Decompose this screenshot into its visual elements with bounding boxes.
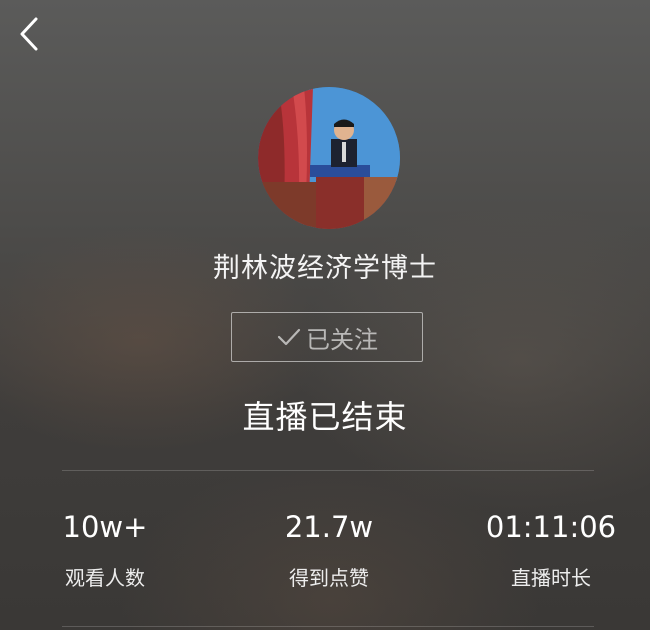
chevron-left-icon: [12, 14, 48, 54]
divider: [62, 626, 594, 627]
nickname: 荆林波经济学博士: [213, 253, 437, 284]
live-ended-screen: 荆林波经济学博士 已关注 直播已结束 10w+ 观看人数 21.7w 得到点赞 …: [0, 0, 650, 630]
back-button[interactable]: [12, 14, 48, 54]
stat-likes: 21.7w 得到点赞: [229, 508, 429, 592]
stat-value: 10w+: [62, 510, 148, 544]
follow-button[interactable]: 已关注: [231, 312, 423, 362]
divider: [62, 470, 594, 471]
stat-label: 直播时长: [511, 566, 591, 590]
stat-label: 观看人数: [65, 566, 145, 590]
stat-viewers: 10w+ 观看人数: [5, 508, 205, 592]
check-icon: [276, 326, 302, 348]
stat-value: 01:11:06: [485, 510, 617, 544]
live-ended-title: 直播已结束: [242, 398, 408, 436]
stat-value: 21.7w: [284, 510, 374, 544]
stat-duration: 01:11:06 直播时长: [451, 508, 650, 592]
stat-label: 得到点赞: [289, 566, 369, 590]
follow-label: 已关注: [306, 325, 378, 354]
avatar[interactable]: [258, 87, 400, 229]
